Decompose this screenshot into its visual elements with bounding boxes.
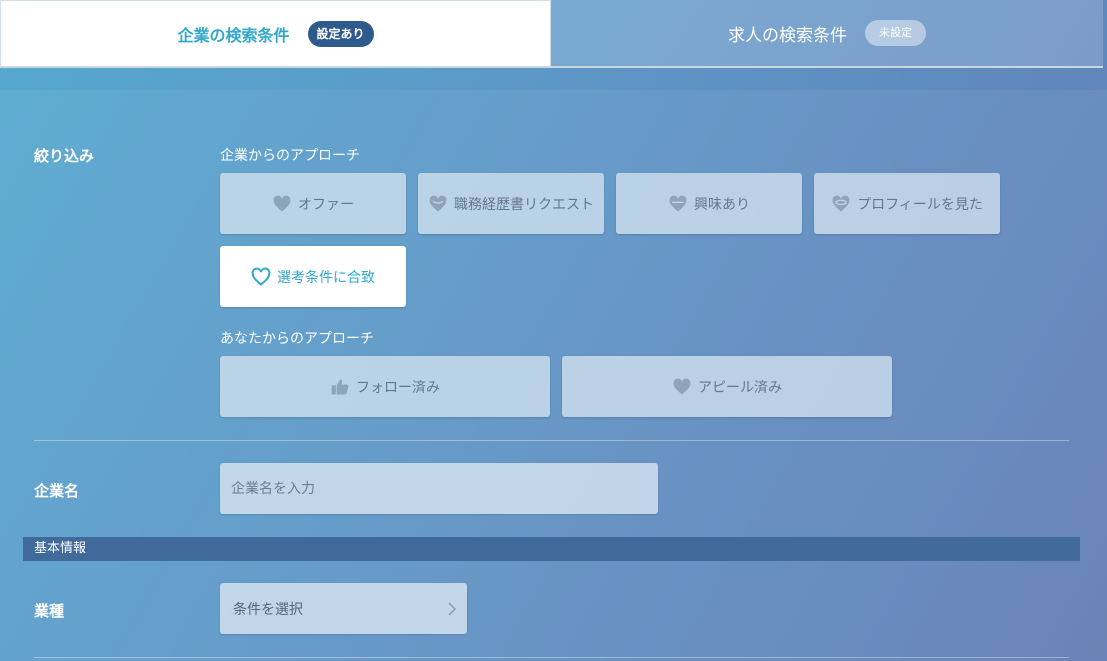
- search-condition-tabs: 企業の検索条件 設定あり 求人の検索条件 未設定: [0, 0, 1103, 68]
- heart-icon: [669, 195, 687, 211]
- tab-company-search[interactable]: 企業の検索条件 設定あり: [0, 0, 551, 68]
- company-name-input[interactable]: [220, 463, 658, 514]
- industry-select-label: 条件を選択: [233, 601, 303, 618]
- heart-icon: [673, 378, 691, 394]
- tab-company-search-label: 企業の検索条件: [177, 25, 290, 45]
- tab-job-search-label: 求人の検索条件: [728, 25, 847, 46]
- filter-chip-label: フォロー済み: [356, 379, 440, 396]
- chevron-right-icon: [448, 601, 457, 616]
- filter-chip-matches-criteria[interactable]: 選考条件に合致: [220, 246, 406, 307]
- filter-chip-resume-request[interactable]: 職務経歴書リクエスト: [418, 173, 604, 234]
- company-name-label: 企業名: [34, 482, 80, 500]
- tab-job-search[interactable]: 求人の検索条件 未設定: [551, 0, 1103, 68]
- company-approach-label: 企業からのアプローチ: [220, 148, 360, 164]
- heart-icon: [832, 195, 850, 211]
- filter-chip-label: 職務経歴書リクエスト: [454, 196, 594, 213]
- filter-chip-label: プロフィールを見た: [857, 196, 983, 213]
- filter-chip-interested[interactable]: 興味あり: [616, 173, 802, 234]
- thumbs-up-icon: [331, 379, 349, 394]
- heart-icon: [429, 195, 447, 211]
- filter-chip-label: 興味あり: [694, 196, 750, 213]
- industry-label: 業種: [34, 602, 65, 620]
- your-approach-label: あなたからのアプローチ: [220, 331, 374, 347]
- basic-info-section-header: 基本情報: [23, 537, 1080, 561]
- status-badge-configured: 設定あり: [307, 20, 374, 47]
- divider: [34, 657, 1069, 658]
- filter-chip-label: 選考条件に合致: [277, 269, 375, 286]
- heart-icon: [273, 195, 291, 211]
- heart-icon: [251, 267, 271, 286]
- divider: [34, 440, 1069, 441]
- filter-chip-appealed[interactable]: アピール済み: [562, 356, 892, 417]
- filter-chip-label: オファー: [298, 196, 354, 213]
- status-badge-unset: 未設定: [865, 20, 926, 46]
- industry-select[interactable]: 条件を選択: [220, 583, 467, 634]
- filter-chip-viewed-profile[interactable]: プロフィールを見た: [814, 173, 1000, 234]
- filter-chip-label: アピール済み: [698, 379, 782, 396]
- filter-chip-offer[interactable]: オファー: [220, 173, 406, 234]
- filter-label: 絞り込み: [34, 147, 95, 165]
- filter-chip-followed[interactable]: フォロー済み: [220, 356, 550, 417]
